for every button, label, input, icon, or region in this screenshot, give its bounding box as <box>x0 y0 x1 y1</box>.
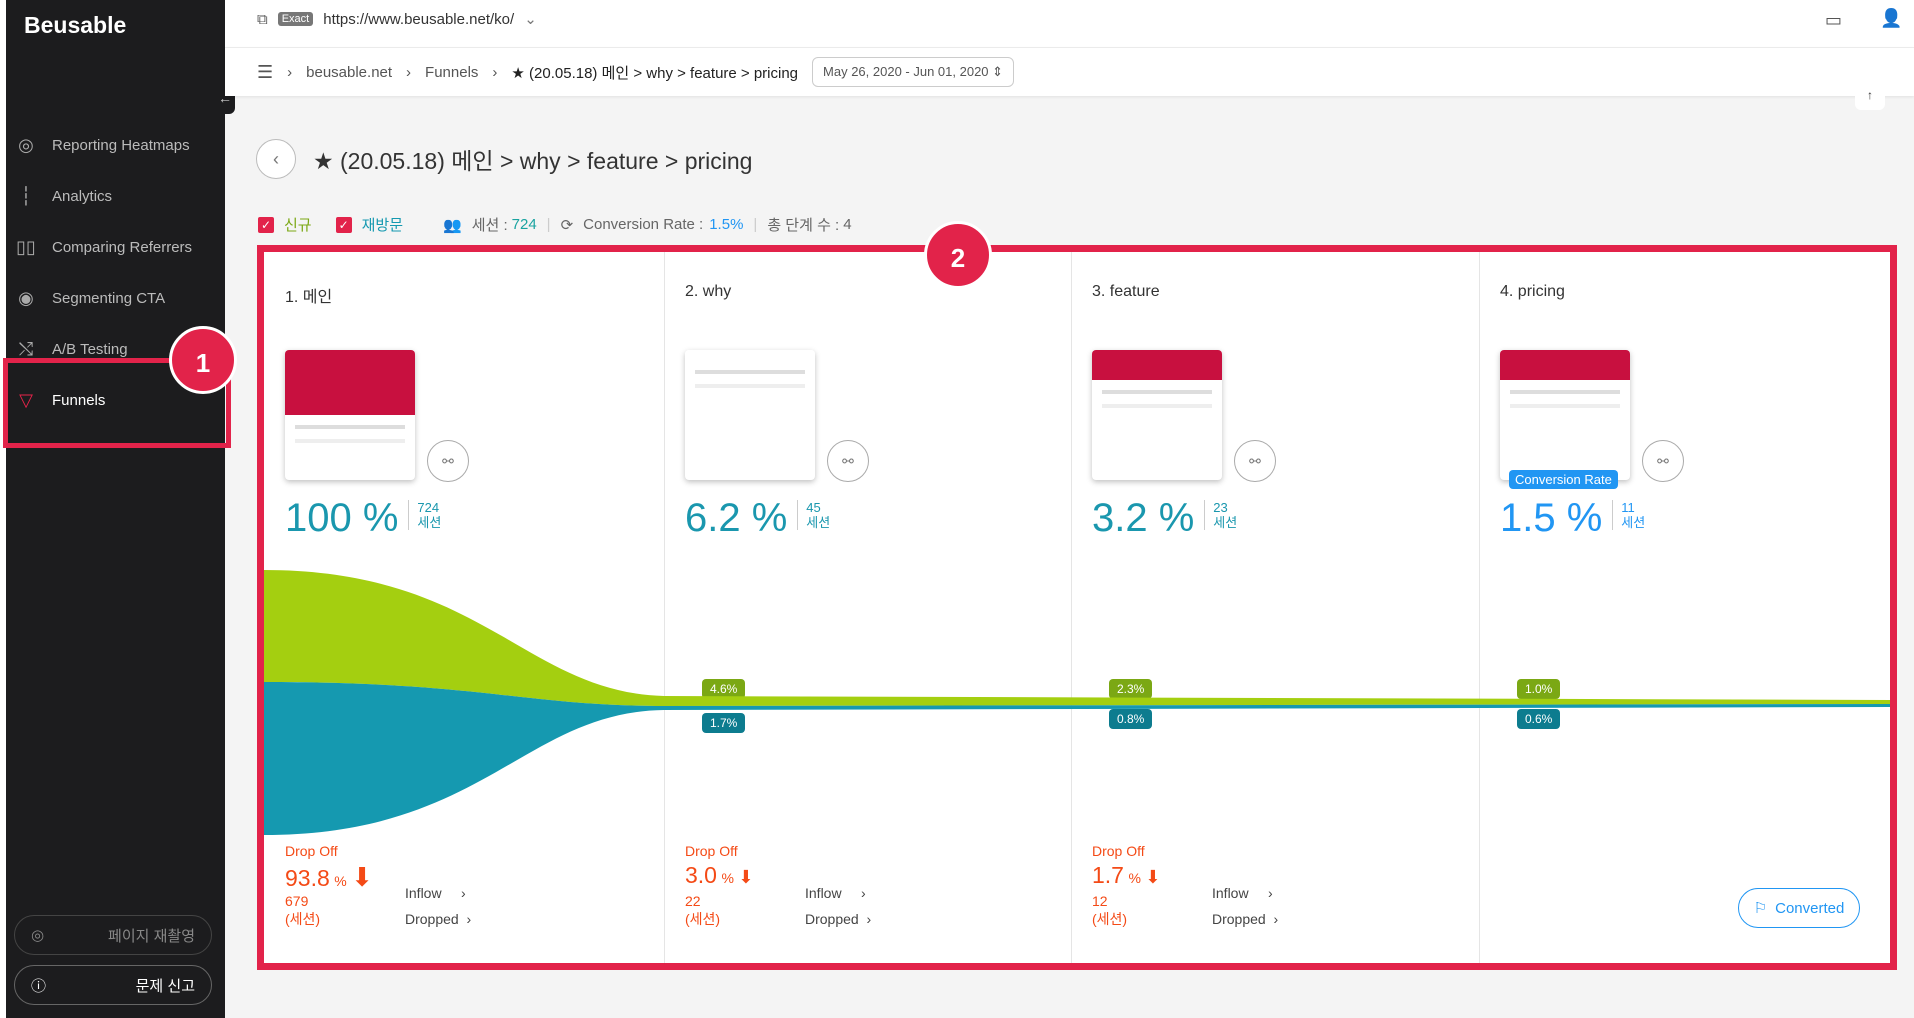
step-name: 2. why <box>685 283 732 300</box>
step-percent: 1.5 % 11 세션 <box>1500 496 1646 540</box>
sessions-label: 세션 : <box>471 217 508 234</box>
inflow-link[interactable]: Inflow › <box>1212 885 1273 901</box>
share-icon[interactable]: ⚯ <box>827 440 869 482</box>
share-icon[interactable]: ⚯ <box>1234 440 1276 482</box>
steps-value: 4 <box>843 216 852 233</box>
drop-off-percent: 93.8 % ⬇ <box>285 862 373 892</box>
bar-chart-icon: ┆ <box>20 186 32 206</box>
user-icon[interactable]: 👤 <box>1880 8 1902 29</box>
step-name: 3. feature <box>1092 283 1160 300</box>
arrow-down-icon: ⬇ <box>738 867 754 887</box>
sidebar-item-label: A/B Testing <box>52 340 128 358</box>
converted-button[interactable]: ⚐ Converted <box>1738 888 1860 928</box>
dropped-link[interactable]: Dropped › <box>805 911 871 927</box>
drop-off-percent: 3.0 % ⬇ <box>685 862 754 888</box>
columns-icon: ▯▯ <box>16 237 36 257</box>
breadcrumb-funnels[interactable]: Funnels <box>425 64 478 81</box>
target-icon: ◎ <box>18 135 34 155</box>
device-icon[interactable]: ▭ <box>1825 10 1842 31</box>
breadcrumb-site[interactable]: beusable.net <box>306 64 392 81</box>
inflow-link[interactable]: Inflow › <box>405 885 466 901</box>
flag-icon: ⚐ <box>1753 900 1768 917</box>
url-bar: ⧉ Exact https://www.beusable.net/ko/ ⌄ ▭… <box>225 0 1914 48</box>
step-percent: 100 % 724 세션 <box>285 496 442 540</box>
annotation-badge-2: 2 <box>924 221 992 289</box>
date-range-picker[interactable]: May 26, 2020 - Jun 01, 2020 ⇕ <box>812 57 1015 87</box>
page-thumbnail[interactable] <box>685 350 815 480</box>
annotation-badge-1: 1 <box>169 326 237 394</box>
steps-label: 총 단계 수 : <box>767 217 840 234</box>
new-visitor-label: 신규 <box>284 217 312 234</box>
chevron-down-icon[interactable]: ⌄ <box>524 10 537 28</box>
returning-visitor-checkbox[interactable]: ✓ <box>335 216 352 233</box>
step-name: 4. pricing <box>1500 283 1565 300</box>
external-link-icon[interactable]: ⧉ <box>257 11 268 28</box>
inflow-link[interactable]: Inflow › <box>805 885 866 901</box>
report-issue-button[interactable]: ⓘ 문제 신고 <box>14 965 212 1005</box>
sidebar-item-3[interactable]: ◉ Segmenting CTA <box>14 286 165 310</box>
page-title: ★ (20.05.18) 메인 > why > feature > pricin… <box>313 148 753 174</box>
conversion-rate-badge: Conversion Rate <box>1509 470 1618 489</box>
breadcrumb-current: ★ (20.05.18) 메인 > why > feature > pricin… <box>511 64 799 82</box>
arrow-down-icon: ⬇ <box>351 862 373 892</box>
step-name: 1. 메인 <box>285 289 333 306</box>
conversion-rate-value: 1.5% <box>709 216 744 233</box>
conversion-rate-label: Conversion Rate : <box>583 216 704 233</box>
recapture-button[interactable]: ◎ 페이지 재촬영 <box>14 915 212 955</box>
logo: Beusable <box>24 12 127 38</box>
sidebar-item-1[interactable]: ┆ Analytics <box>14 184 112 208</box>
dropped-link[interactable]: Dropped › <box>1212 911 1278 927</box>
alert-icon: ⓘ <box>31 977 47 995</box>
new-visitor-checkbox[interactable]: ✓ <box>258 216 274 233</box>
users-icon: 👥 <box>443 216 462 234</box>
menu-icon[interactable]: ☰ <box>257 62 273 83</box>
sidebar-item-label: Analytics <box>52 187 113 205</box>
drop-off-count: 679 (세션) <box>285 893 321 927</box>
breadcrumb: ☰ › beusable.net › Funnels › ★ (20.05.18) 메… <box>257 57 1015 87</box>
sidebar-item-0[interactable]: ◎ Reporting Heatmaps <box>14 133 190 157</box>
dropped-link[interactable]: Dropped › <box>405 911 471 927</box>
sidebar-item-label: Comparing Referrers <box>52 238 193 256</box>
new-visitor-flow <box>264 570 1890 706</box>
report-label: 문제 신고 <box>135 977 195 995</box>
funnel-flow-chart <box>264 570 1890 835</box>
step-percent: 6.2 % 45 세션 <box>685 496 831 540</box>
returning-visitor-label: 재방문 <box>361 217 404 234</box>
sidebar-item-label: Segmenting CTA <box>52 289 166 307</box>
back-button[interactable]: ‹ <box>256 139 296 179</box>
fingerprint-icon: ◉ <box>18 288 34 308</box>
refresh-icon: ⟳ <box>560 216 574 234</box>
share-icon[interactable]: ⚯ <box>1642 440 1684 482</box>
share-icon[interactable]: ⚯ <box>427 440 469 482</box>
drop-off-percent: 1.7 % ⬇ <box>1092 862 1161 888</box>
sessions-value: 724 <box>511 216 537 233</box>
page-thumbnail[interactable] <box>1092 350 1222 480</box>
arrow-down-icon: ⬇ <box>1145 867 1161 887</box>
converted-label: Converted <box>1775 899 1845 917</box>
recapture-label: 페이지 재촬영 <box>108 927 195 945</box>
drop-off-count: 22 (세션) <box>685 893 721 927</box>
step-percent: 3.2 % 23 세션 <box>1092 496 1238 540</box>
url-text[interactable]: https://www.beusable.net/ko/ <box>323 11 514 28</box>
sidebar-item-label: Reporting Heatmaps <box>52 136 190 154</box>
camera-icon: ◎ <box>31 927 45 944</box>
match-type-badge: Exact <box>277 12 314 26</box>
filter-row: ✓ 신규 ✓ 재방문 👥 세션 :724 | ⟳ Conversion Rate :1.5… <box>258 214 852 235</box>
breadcrumb-bar: ☰ › beusable.net › Funnels › ★ (20.05.18) 메… <box>225 48 1914 110</box>
page-thumbnail[interactable] <box>1500 350 1630 480</box>
drop-off-count: 12 (세션) <box>1092 893 1128 927</box>
page-thumbnail[interactable] <box>285 350 415 480</box>
sidebar-item-2[interactable]: ▯▯ Comparing Referrers <box>14 235 192 259</box>
scroll-top-button[interactable]: ↑ <box>1855 88 1885 110</box>
